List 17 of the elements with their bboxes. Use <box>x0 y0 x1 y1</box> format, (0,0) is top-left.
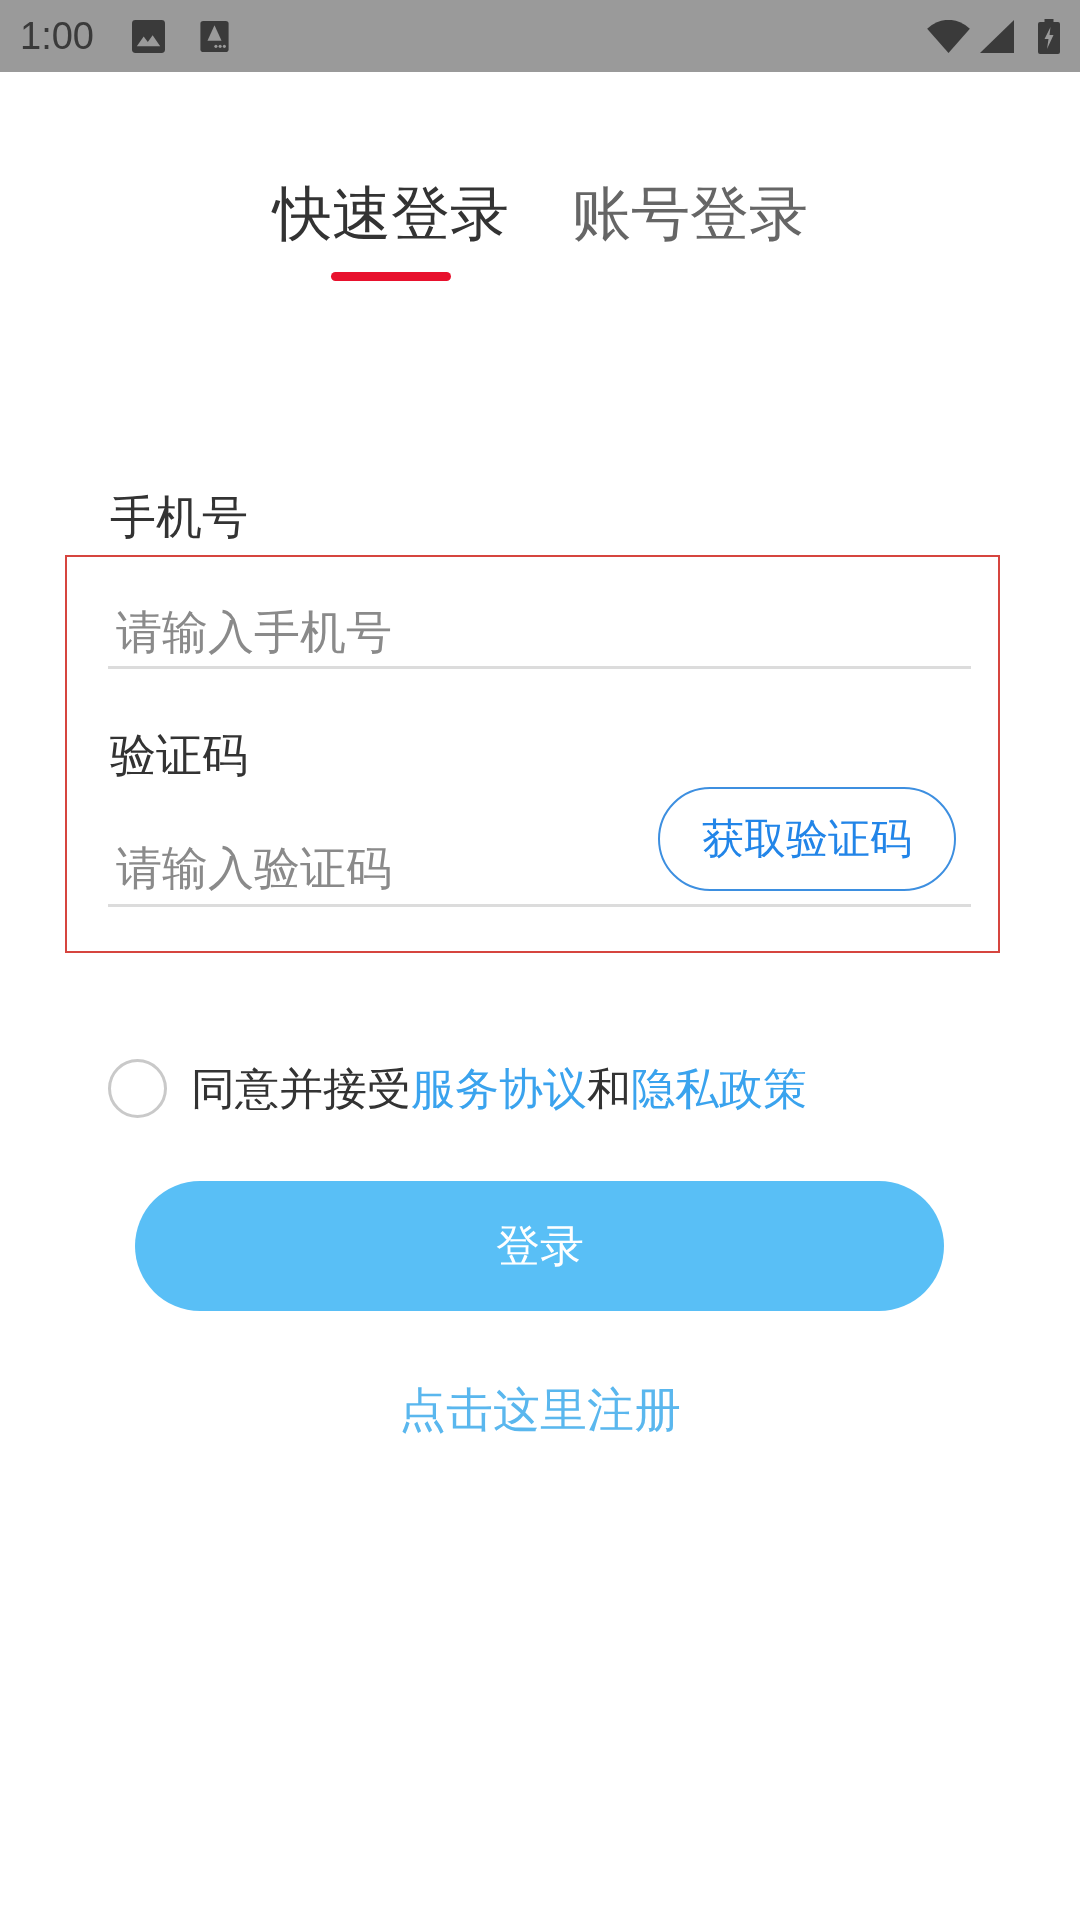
tab[interactable]: 账号登录 <box>571 179 808 249</box>
signal-icon <box>980 19 1014 53</box>
notification-icon <box>199 20 229 52</box>
status-time: 1:00 <box>20 14 94 58</box>
agreement-text: 同意并接受服务协议和隐私政策 <box>191 1062 807 1116</box>
phone-input[interactable]: 请输入手机号 <box>108 597 971 669</box>
wifi-icon <box>927 19 970 53</box>
battery-charging-icon <box>1038 18 1060 54</box>
agreement-link[interactable]: 服务协议 <box>411 1063 587 1114</box>
agreement-link[interactable]: 隐私政策 <box>631 1063 807 1114</box>
image-icon <box>131 19 165 53</box>
phone-label: 手机号 <box>110 490 248 545</box>
code-label: 验证码 <box>110 728 248 783</box>
login-button[interactable]: 登录 <box>135 1181 944 1311</box>
register-link[interactable]: 点击这里注册 <box>399 1382 681 1438</box>
get-code-button[interactable]: 获取验证码 <box>658 787 956 891</box>
tab[interactable]: 快速登录 <box>272 179 509 249</box>
